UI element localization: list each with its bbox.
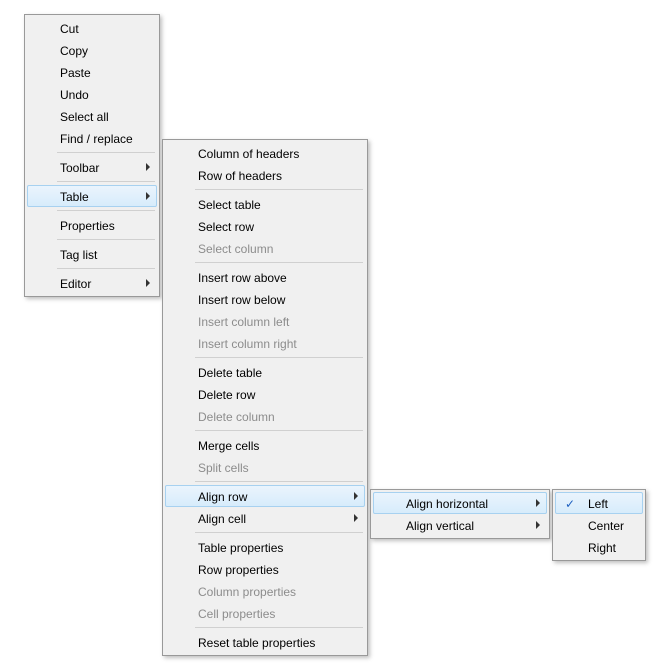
menu-item-column-of-headers[interactable]: Column of headers [165, 142, 365, 164]
menu-item-label: Insert column left [198, 315, 289, 329]
menu-separator [195, 532, 363, 533]
menu-item-align-center[interactable]: Center [555, 514, 643, 536]
menu-item-select-all[interactable]: Select all [27, 105, 157, 127]
menu-item-tag-list[interactable]: Tag list [27, 243, 157, 265]
menu-separator [195, 430, 363, 431]
menu-item-cut[interactable]: Cut [27, 17, 157, 39]
menu-item-align-right[interactable]: Right [555, 536, 643, 558]
submenu-table: Column of headers Row of headers Select … [162, 139, 368, 656]
menu-item-insert-row-above[interactable]: Insert row above [165, 266, 365, 288]
menu-item-reset-table-properties[interactable]: Reset table properties [165, 631, 365, 653]
menu-item-row-of-headers[interactable]: Row of headers [165, 164, 365, 186]
check-icon: ✓ [562, 496, 578, 512]
menu-item-table-properties[interactable]: Table properties [165, 536, 365, 558]
menu-item-label: Column of headers [198, 147, 299, 161]
menu-separator [195, 189, 363, 190]
menu-item-label: Paste [60, 66, 91, 80]
menu-item-label: Center [588, 519, 624, 533]
menu-item-label: Select table [198, 198, 261, 212]
context-menu-main: Cut Copy Paste Undo Select all Find / re… [24, 14, 160, 297]
submenu-arrow-icon [146, 192, 150, 200]
menu-item-label: Undo [60, 88, 89, 102]
menu-separator [57, 181, 155, 182]
menu-separator [57, 268, 155, 269]
menu-separator [195, 262, 363, 263]
menu-item-label: Toolbar [60, 161, 99, 175]
menu-item-label: Delete column [198, 410, 275, 424]
menu-item-undo[interactable]: Undo [27, 83, 157, 105]
menu-item-label: Merge cells [198, 439, 259, 453]
menu-item-label: Cut [60, 22, 79, 36]
menu-item-align-horizontal[interactable]: Align horizontal [373, 492, 547, 514]
menu-item-copy[interactable]: Copy [27, 39, 157, 61]
menu-item-label: Column properties [198, 585, 296, 599]
menu-item-label: Find / replace [60, 132, 133, 146]
menu-item-label: Align row [198, 490, 247, 504]
submenu-align-row: Align horizontal Align vertical [370, 489, 550, 539]
menu-item-split-cells: Split cells [165, 456, 365, 478]
menu-item-label: Delete row [198, 388, 255, 402]
menu-item-label: Align vertical [406, 519, 474, 533]
menu-item-label: Insert row below [198, 293, 285, 307]
menu-item-toolbar[interactable]: Toolbar [27, 156, 157, 178]
menu-item-label: Insert column right [198, 337, 297, 351]
menu-item-properties[interactable]: Properties [27, 214, 157, 236]
menu-item-label: Delete table [198, 366, 262, 380]
menu-item-delete-column: Delete column [165, 405, 365, 427]
menu-item-label: Left [588, 497, 608, 511]
menu-item-align-row[interactable]: Align row [165, 485, 365, 507]
menu-item-align-left[interactable]: ✓ Left [555, 492, 643, 514]
menu-item-label: Row properties [198, 563, 279, 577]
submenu-align-horizontal: ✓ Left Center Right [552, 489, 646, 561]
menu-item-align-cell[interactable]: Align cell [165, 507, 365, 529]
menu-item-find-replace[interactable]: Find / replace [27, 127, 157, 149]
menu-item-insert-column-left: Insert column left [165, 310, 365, 332]
menu-item-label: Insert row above [198, 271, 287, 285]
menu-item-insert-row-below[interactable]: Insert row below [165, 288, 365, 310]
menu-separator [195, 627, 363, 628]
menu-item-label: Properties [60, 219, 115, 233]
submenu-arrow-icon [146, 279, 150, 287]
menu-separator [57, 210, 155, 211]
menu-item-select-table[interactable]: Select table [165, 193, 365, 215]
menu-item-cell-properties: Cell properties [165, 602, 365, 624]
menu-item-label: Select column [198, 242, 273, 256]
menu-item-align-vertical[interactable]: Align vertical [373, 514, 547, 536]
menu-item-select-column: Select column [165, 237, 365, 259]
menu-item-label: Align cell [198, 512, 246, 526]
menu-item-insert-column-right: Insert column right [165, 332, 365, 354]
menu-separator [195, 357, 363, 358]
menu-item-merge-cells[interactable]: Merge cells [165, 434, 365, 456]
submenu-arrow-icon [146, 163, 150, 171]
menu-item-label: Row of headers [198, 169, 282, 183]
submenu-arrow-icon [354, 514, 358, 522]
menu-item-label: Select row [198, 220, 254, 234]
menu-item-select-row[interactable]: Select row [165, 215, 365, 237]
menu-item-column-properties: Column properties [165, 580, 365, 602]
submenu-arrow-icon [354, 492, 358, 500]
menu-item-label: Editor [60, 277, 91, 291]
menu-separator [57, 152, 155, 153]
menu-item-row-properties[interactable]: Row properties [165, 558, 365, 580]
submenu-arrow-icon [536, 499, 540, 507]
menu-item-label: Table properties [198, 541, 283, 555]
menu-item-editor[interactable]: Editor [27, 272, 157, 294]
menu-separator [195, 481, 363, 482]
menu-item-label: Cell properties [198, 607, 275, 621]
menu-item-label: Copy [60, 44, 88, 58]
menu-item-delete-row[interactable]: Delete row [165, 383, 365, 405]
menu-separator [57, 239, 155, 240]
menu-item-label: Select all [60, 110, 109, 124]
menu-item-label: Table [60, 190, 89, 204]
menu-item-paste[interactable]: Paste [27, 61, 157, 83]
menu-item-label: Align horizontal [406, 497, 488, 511]
menu-item-label: Reset table properties [198, 636, 315, 650]
menu-item-label: Right [588, 541, 616, 555]
menu-item-delete-table[interactable]: Delete table [165, 361, 365, 383]
menu-item-label: Tag list [60, 248, 97, 262]
menu-item-label: Split cells [198, 461, 249, 475]
menu-item-table[interactable]: Table [27, 185, 157, 207]
submenu-arrow-icon [536, 521, 540, 529]
